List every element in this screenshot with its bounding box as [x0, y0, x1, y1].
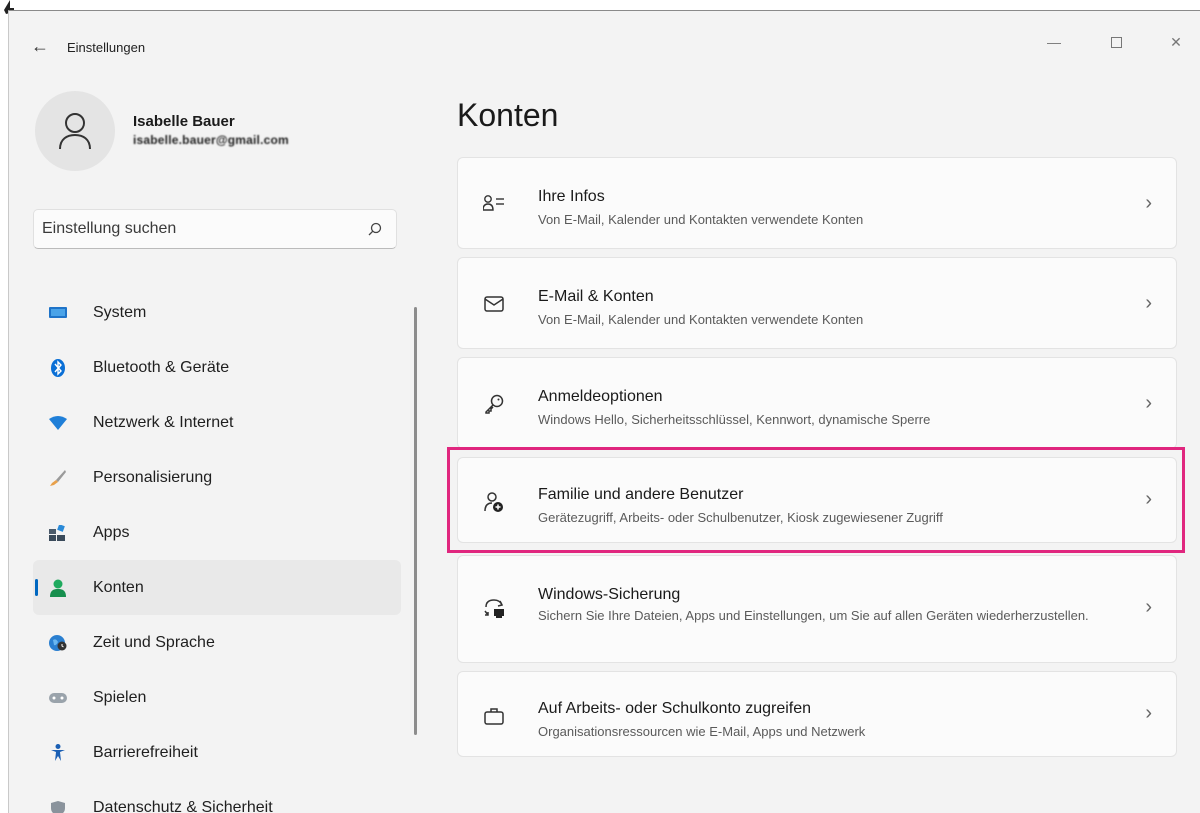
chevron-right-icon: › — [1145, 702, 1152, 724]
card-subtitle: Von E-Mail, Kalender und Kontakten verwe… — [538, 312, 864, 327]
card-subtitle: Organisationsressourcen wie E-Mail, Apps… — [538, 724, 866, 739]
page-title: Konten — [457, 97, 559, 133]
sidebar-scrollbar[interactable] — [414, 307, 417, 735]
sidebar-item-label: Bluetooth & Geräte — [93, 359, 230, 376]
sidebar-item-label: System — [93, 304, 147, 321]
close-button[interactable]: ✕ — [1153, 26, 1199, 58]
wifi-icon — [49, 414, 67, 432]
back-arrow-icon[interactable]: ← — [31, 37, 49, 55]
key-icon — [482, 392, 506, 416]
card-sign-in-options[interactable]: Anmeldeoptionen Windows Hello, Sicherhei… — [457, 357, 1177, 449]
app-title: Einstellungen — [67, 40, 146, 55]
card-work-school-access[interactable]: Auf Arbeits- oder Schulkonto zugreifen O… — [457, 671, 1177, 757]
sidebar-item-bluetooth[interactable]: Bluetooth & Geräte — [33, 340, 401, 395]
avatar — [35, 91, 115, 171]
sidebar-item-system[interactable]: System — [33, 285, 401, 340]
card-email-accounts[interactable]: E-Mail & Konten Von E-Mail, Kalender und… — [457, 257, 1177, 349]
settings-window: ← Einstellungen — ✕ Isabelle Bauer isabe… — [8, 10, 1200, 813]
sidebar-item-personalization[interactable]: Personalisierung — [33, 450, 401, 505]
chevron-right-icon: › — [1145, 392, 1152, 414]
card-subtitle: Von E-Mail, Kalender und Kontakten verwe… — [538, 212, 864, 227]
card-family-other-users[interactable]: Familie und andere Benutzer Gerätezugrif… — [457, 457, 1177, 543]
sidebar-item-gaming[interactable]: Spielen — [33, 670, 401, 725]
brush-icon — [49, 469, 67, 487]
card-your-info[interactable]: Ihre Infos Von E-Mail, Kalender und Kont… — [457, 157, 1177, 249]
sidebar-item-accounts[interactable]: Konten — [33, 560, 401, 615]
bluetooth-icon — [49, 359, 67, 377]
chevron-right-icon: › — [1145, 192, 1152, 214]
sidebar-item-label: Apps — [93, 524, 130, 541]
sidebar-item-accessibility[interactable]: Barrierefreiheit — [33, 725, 401, 780]
sidebar-item-network[interactable]: Netzwerk & Internet — [33, 395, 401, 450]
card-title: Auf Arbeits- oder Schulkonto zugreifen — [538, 700, 812, 717]
sidebar-item-label: Personalisierung — [93, 469, 213, 486]
profile-email: isabelle.bauer@gmail.com — [133, 133, 289, 147]
sidebar-item-label: Konten — [93, 579, 144, 596]
sidebar-item-label: Zeit und Sprache — [93, 634, 215, 651]
system-icon — [49, 304, 67, 322]
card-subtitle: Sichern Sie Ihre Dateien, Apps und Einst… — [538, 608, 1089, 623]
sidebar-item-label: Barrierefreiheit — [93, 744, 198, 761]
card-title: Windows-Sicherung — [538, 586, 681, 603]
search-box[interactable] — [33, 209, 397, 249]
search-icon[interactable] — [368, 222, 382, 236]
accounts-icon — [49, 579, 67, 597]
card-title: Ihre Infos — [538, 188, 605, 205]
minimize-button[interactable]: — — [1031, 26, 1077, 58]
mail-icon — [482, 292, 506, 316]
sidebar-nav: System Bluetooth & Geräte Netzwerk & Int… — [33, 285, 403, 813]
card-windows-backup[interactable]: Windows-Sicherung Sichern Sie Ihre Datei… — [457, 555, 1177, 663]
card-subtitle: Gerätezugriff, Arbeits- oder Schulbenutz… — [538, 510, 943, 525]
maximize-icon — [1110, 36, 1122, 48]
sidebar-item-label: Spielen — [93, 689, 147, 706]
chevron-right-icon: › — [1145, 292, 1152, 314]
globe-clock-icon — [49, 634, 67, 652]
add-person-icon — [482, 490, 506, 514]
user-icon — [59, 113, 91, 150]
search-input[interactable] — [42, 219, 342, 239]
gamepad-icon — [49, 689, 67, 707]
shield-icon — [49, 799, 67, 813]
backup-icon — [482, 596, 506, 620]
title-bar: ← Einstellungen — ✕ — [9, 11, 1200, 71]
person-info-icon — [482, 192, 506, 216]
card-title: E-Mail & Konten — [538, 288, 654, 305]
apps-icon — [49, 524, 67, 542]
profile-name: Isabelle Bauer — [133, 113, 235, 130]
sidebar-item-time-language[interactable]: Zeit und Sprache — [33, 615, 401, 670]
user-profile[interactable]: Isabelle Bauer isabelle.bauer@gmail.com — [35, 91, 395, 175]
sidebar-item-privacy[interactable]: Datenschutz & Sicherheit — [33, 780, 401, 813]
card-subtitle: Windows Hello, Sicherheitsschlüssel, Ken… — [538, 412, 931, 427]
briefcase-icon — [482, 704, 506, 728]
card-title: Familie und andere Benutzer — [538, 486, 744, 503]
chevron-right-icon: › — [1145, 488, 1152, 510]
card-title: Anmeldeoptionen — [538, 388, 663, 405]
sidebar-item-apps[interactable]: Apps — [33, 505, 401, 560]
maximize-button[interactable] — [1093, 26, 1139, 58]
sidebar-item-label: Netzwerk & Internet — [93, 414, 234, 431]
accessibility-icon — [49, 744, 67, 762]
chevron-right-icon: › — [1145, 596, 1152, 618]
sidebar-item-label: Datenschutz & Sicherheit — [93, 799, 273, 813]
